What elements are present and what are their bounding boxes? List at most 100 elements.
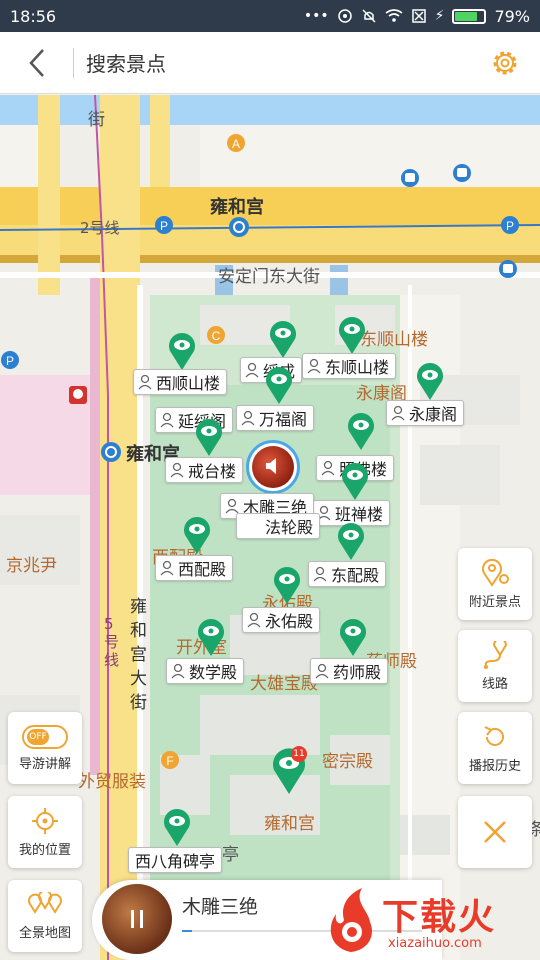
screen: 18:56 ••• ⚡ 79% 搜索景点 雍和宫 2号线 安定门东大街 雍和宫 …: [0, 0, 540, 960]
shop-icon: F: [161, 751, 179, 769]
status-bar: 18:56 ••• ⚡ 79%: [0, 0, 540, 32]
pin-icon[interactable]: [337, 315, 367, 355]
map-label-waimaofuzhuang: 外贸服装: [78, 772, 146, 792]
person-icon: [321, 460, 335, 476]
mute-icon: [362, 9, 376, 23]
gear-icon[interactable]: [490, 48, 520, 78]
metro-station-icon: [229, 217, 249, 237]
more-icon: •••: [303, 8, 329, 24]
battery-percent: 79%: [494, 6, 530, 26]
poi-label-yongkangge[interactable]: 永康阁: [386, 400, 465, 426]
svg-text:C: C: [212, 329, 221, 343]
poi-name: 西顺山楼: [156, 374, 221, 393]
poi-name: 西配殿: [178, 560, 227, 579]
metro-station-icon: [101, 442, 121, 462]
pin-icon[interactable]: [336, 521, 366, 561]
route-button[interactable]: 线路: [458, 630, 532, 702]
player-title: 木雕三绝: [182, 896, 259, 918]
map-label-mizongdian: 密宗殿: [322, 752, 373, 772]
active-poi-marker[interactable]: [246, 440, 300, 494]
svg-text:P: P: [6, 354, 14, 368]
close-icon: [484, 821, 506, 843]
person-icon: [315, 663, 329, 679]
poi-name: 法轮殿: [265, 518, 314, 537]
svg-text:P: P: [160, 219, 168, 233]
history-button[interactable]: 播报历史: [458, 712, 532, 784]
my-location-button[interactable]: 我的位置: [8, 796, 82, 868]
pin-icon[interactable]: [196, 617, 226, 657]
parking-icon: P: [1, 351, 19, 369]
map-label-dongshunshan-bg: 东顺山楼: [360, 330, 428, 350]
route-label: 线路: [481, 676, 508, 692]
person-icon: [241, 410, 255, 426]
pin-icon[interactable]: [340, 461, 370, 501]
bus-stop-icon: [401, 169, 419, 187]
poi-label-falundian[interactable]: 法轮殿: [236, 513, 321, 539]
pin-icon[interactable]: [162, 807, 192, 847]
person-icon: [160, 412, 174, 428]
fullmap-label: 全景地图: [18, 925, 71, 941]
poi-name: 数学殿: [189, 663, 238, 682]
person-icon: [313, 566, 327, 582]
back-button[interactable]: [0, 47, 74, 78]
watermark-subtext: xiazaihuo.com: [388, 936, 482, 951]
pin-icon[interactable]: [346, 411, 376, 451]
nearby-button[interactable]: 附近景点: [458, 548, 532, 620]
poi-label-xibajiaobeiting[interactable]: 西八角碑亭: [128, 847, 223, 873]
pin-icon[interactable]: [415, 361, 445, 401]
poi-label-yaoshidian[interactable]: 药师殿: [310, 658, 389, 684]
my-location-label: 我的位置: [18, 842, 71, 858]
poi-label-shuxuedian[interactable]: 数学殿: [166, 658, 245, 684]
person-icon: [247, 612, 261, 628]
pin-icon[interactable]: [268, 319, 298, 359]
person-icon: [170, 462, 184, 478]
person-icon: [307, 358, 321, 374]
pin-icon[interactable]: [194, 417, 224, 457]
parking-icon: P: [501, 216, 519, 234]
fullmap-button[interactable]: 全景地图: [8, 880, 82, 952]
nearby-label: 附近景点: [468, 594, 521, 610]
person-icon: [171, 663, 185, 679]
poi-label-jietailou[interactable]: 戒台楼: [165, 457, 244, 483]
speaker-icon: [266, 458, 276, 474]
chevron-left-icon: [28, 48, 44, 77]
pin-icon[interactable]: [272, 565, 302, 605]
watermark-logo: 下载火 xiazaihuo.com: [318, 880, 540, 960]
poi-name: 东配殿: [331, 566, 380, 585]
pause-icon: [131, 910, 143, 928]
poi-label-yongyoudian[interactable]: 永佑殿: [242, 607, 321, 633]
link-icon: [337, 9, 352, 23]
wifi-icon: [385, 9, 403, 22]
poi-name: 西八角碑亭: [135, 852, 216, 871]
person-icon: [245, 362, 259, 378]
flame-logo-icon: [330, 888, 372, 952]
poi-name: 戒台楼: [188, 462, 237, 481]
poi-label-xipeidian[interactable]: 西配殿: [155, 555, 234, 581]
player-thumbnail[interactable]: [102, 884, 172, 954]
map-label-yonghegong-bottom: 雍和宫: [264, 814, 315, 834]
pin-icon[interactable]: [182, 515, 212, 555]
pin-icon[interactable]: [167, 331, 197, 371]
status-time: 18:56: [10, 6, 57, 26]
battery-icon: [452, 8, 487, 24]
kfc-icon: [69, 386, 87, 404]
map-label-jie: 街: [88, 110, 105, 130]
guide-button[interactable]: OFF 导游讲解: [8, 712, 82, 784]
poi-name: 药师殿: [333, 663, 382, 682]
pin-icon[interactable]: [338, 617, 368, 657]
close-button[interactable]: [458, 796, 532, 868]
pin-icon[interactable]: [264, 365, 294, 405]
svg-text:P: P: [506, 219, 514, 233]
poi-label-dongpeidian[interactable]: 东配殿: [308, 561, 387, 587]
bus-stop-icon: [499, 260, 517, 278]
map-label-jingzhaoyin: 京兆尹: [6, 556, 57, 576]
parking-icon: P: [155, 216, 173, 234]
app-header: 搜索景点: [0, 32, 540, 94]
person-icon: [160, 560, 174, 576]
poi-label-wanfuge[interactable]: 万福阁: [236, 405, 315, 431]
poi-label-dongshunshanlou[interactable]: 东顺山楼: [302, 353, 397, 379]
guide-toggle[interactable]: OFF: [22, 724, 68, 749]
map-label-line2: 2号线: [80, 219, 120, 237]
watermark-text: 下载火: [382, 897, 497, 938]
poi-label-xishunshanlou[interactable]: 西顺山楼: [133, 369, 228, 395]
